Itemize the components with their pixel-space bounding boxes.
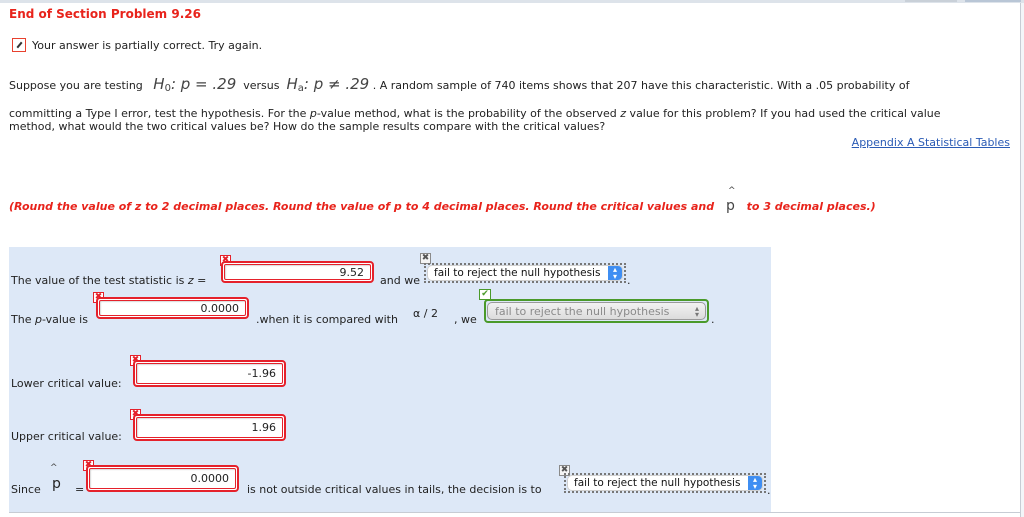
equals-sign: =	[75, 483, 85, 496]
status-text: Your answer is partially correct. Try ag…	[32, 38, 263, 52]
rounding-instructions: (Round the value of z to 2 decimal place…	[9, 186, 876, 214]
period: .	[627, 274, 631, 287]
appendix-link[interactable]: Appendix A Statistical Tables	[852, 136, 1010, 149]
problem-title: End of Section Problem 9.26	[9, 7, 201, 21]
we-text: , we	[454, 313, 477, 326]
select-arrows-icon: ▴ ▾	[748, 476, 762, 491]
top-tab[interactable]	[965, 0, 1021, 2]
top-bar	[0, 0, 1024, 3]
since-text: Since	[11, 483, 41, 496]
null-hypothesis: H0: p = .29	[153, 75, 237, 95]
decision1-select[interactable]: fail to reject the null hypothesis ▴ ▾	[424, 263, 626, 283]
p-hat-input[interactable]	[90, 471, 231, 486]
decision2-value: fail to reject the null hypothesis	[495, 304, 670, 318]
p-value-field[interactable]	[96, 297, 249, 319]
problem-text-line2: committing a Type I error, test the hypo…	[9, 107, 941, 133]
upper-critical-field[interactable]	[133, 414, 286, 441]
answer-status: Your answer is partially correct. Try ag…	[12, 38, 262, 52]
divider	[9, 512, 1020, 513]
partially-correct-icon	[12, 38, 26, 52]
decision1-value: fail to reject the null hypothesis	[434, 267, 601, 279]
p-value-input[interactable]	[100, 300, 241, 316]
period: .	[711, 313, 715, 326]
top-tab[interactable]	[905, 0, 957, 2]
since-rest-text: is not outside critical values in tails,…	[247, 483, 542, 496]
alpha-over-2: α / 2	[413, 307, 438, 320]
hat-symbol: ^	[50, 463, 58, 473]
period: .	[767, 484, 771, 497]
upper-critical-label: Upper critical value:	[11, 430, 122, 443]
problem-text-line1: Suppose you are testing H0: p = .29 vers…	[9, 75, 1014, 95]
decision3-select[interactable]: fail to reject the null hypothesis ▴ ▾	[564, 473, 766, 493]
p-hat-field[interactable]	[86, 465, 239, 492]
alt-hypothesis: Ha: p ≠ .29	[286, 75, 370, 95]
p-value-label: The p-value is	[11, 313, 88, 326]
select-arrows-icon: ▴ ▾	[608, 266, 622, 281]
p-hat-symbol: ^ p	[725, 186, 736, 214]
upper-critical-input[interactable]	[137, 420, 278, 435]
z-label: The value of the test statistic is z =	[11, 274, 207, 287]
z-value-field[interactable]	[221, 261, 374, 283]
versus-text: versus	[243, 79, 280, 92]
lower-critical-label: Lower critical value:	[11, 377, 122, 390]
compared-text: .when it is compared with	[256, 313, 398, 326]
problem-line1-rest: . A random sample of 740 items shows tha…	[372, 79, 910, 92]
lower-critical-input[interactable]	[137, 366, 278, 381]
z-value-input[interactable]	[225, 264, 366, 280]
decision2-select[interactable]: fail to reject the null hypothesis ▴ ▾	[484, 299, 709, 323]
lower-critical-field[interactable]	[133, 360, 286, 387]
decision3-value: fail to reject the null hypothesis	[574, 477, 741, 489]
problem-intro: Suppose you are testing	[9, 79, 143, 92]
p-hat-symbol: p	[52, 476, 61, 492]
and-we-text: and we	[380, 274, 420, 287]
select-arrows-icon: ▴ ▾	[694, 304, 699, 319]
